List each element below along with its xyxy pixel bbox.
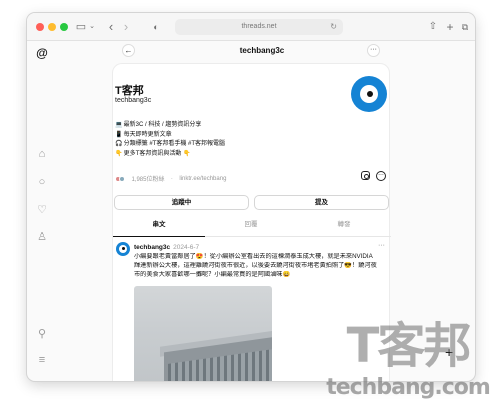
post-text-line: 小編要跟老黃當鄰居了😍！從小編辦公室看出去的這棟潤泰玉成大樓，就是未來NVIDI… [134,253,373,260]
instagram-icon[interactable] [361,171,370,180]
meta-separator: · [170,175,173,182]
profile-handle: techbang3c [115,97,152,104]
profile-meta: 1,985位粉絲 · linktr.ee/techbang [115,170,315,183]
tabs-overview-icon[interactable]: ⧉ [459,19,471,35]
post-date: 2024-6-7 [173,244,200,251]
threads-logo-icon[interactable]: @ [35,46,49,60]
new-tab-icon[interactable]: + [444,19,456,35]
share-icon[interactable]: ⇧ [427,19,439,35]
page-title: techbang3c [239,46,285,55]
post-image[interactable] [134,286,272,381]
watermark-domain: techbang.com [326,375,491,400]
minimize-window-button[interactable] [48,23,56,31]
chevron-down-icon[interactable]: ⌄ [87,19,97,35]
refresh-icon[interactable]: ↻ [330,19,337,35]
avatar[interactable] [351,76,387,112]
browser-toolbar: ▭ ⌄ ‹ › ◐ threads.net ↻ ⇧ + ⧉ [27,13,475,41]
bio-line: 📱 每天即時更新文章 [115,131,345,141]
laptop-icon: 💻 [115,122,123,128]
pointing-down-icon: 👇 [115,150,123,157]
post-more-button[interactable]: ··· [378,242,385,249]
profile-name: T客邦 [115,85,144,97]
watermark-brand: T客邦 [346,318,472,374]
following-button[interactable]: 追蹤中 [114,195,249,210]
watermark-logo: T客邦 techbang.com [318,318,498,410]
post-author-avatar[interactable] [116,242,130,256]
close-window-button[interactable] [36,23,44,31]
follower-count[interactable]: 1,985位粉絲 [131,177,164,183]
post-text: 小編要跟老黃當鄰居了😍！從小編辦公室看出去的這棟潤泰玉成大樓，就是未來NVIDI… [134,253,390,279]
phone-icon: 📱 [115,131,123,138]
zoom-window-button[interactable] [60,23,68,31]
forward-icon[interactable]: › [120,19,132,35]
follower-avatar [119,175,125,182]
tab-reposts[interactable]: 轉發 [297,215,391,237]
home-icon[interactable]: ⌂ [35,147,49,161]
profile-tabs: 串文 回覆 轉發 [113,215,391,237]
avatar-eye-icon [119,245,127,253]
menu-icon[interactable]: ≡ [35,353,49,367]
post-text-line: 市的美食大家喜歡哪一攤呢？小編最常買的是阿國滷味😄 [134,270,291,278]
more-circle-icon[interactable]: … [376,171,386,181]
heart-icon[interactable]: ♡ [35,203,49,217]
profile-bio: 💻 最新3C / 科技 / 趨勢資訊分享 📱 每天即時更新文章 🎧 分類標籤 #… [115,121,345,159]
post-author[interactable]: techbang3c [134,244,170,251]
tab-replies[interactable]: 回覆 [205,215,297,237]
more-options-button[interactable]: ··· [367,44,380,57]
shield-icon[interactable]: ◐ [151,19,161,35]
address-bar[interactable]: threads.net ↻ [175,19,343,35]
post-text-line: 輝達新辦公大樓，這裡離饒河街夜市很近，以後要去饒河街夜市堵老黃拍照了😎！饒河夜 [134,261,377,269]
back-button[interactable]: ← [122,44,135,57]
bio-line: 👇 更多T客邦資訊與活動 👇 [115,150,345,160]
tab-threads[interactable]: 串文 [113,215,205,237]
bio-line: 💻 最新3C / 科技 / 趨勢資訊分享 [115,121,345,131]
search-icon[interactable]: ○ [35,175,49,189]
post-header: techbang3c 2024-6-7 [134,244,199,251]
pin-icon[interactable]: ⚲ [35,327,49,341]
back-icon[interactable]: ‹ [105,19,117,35]
profile-icon[interactable]: ♙ [35,230,49,244]
headphones-icon: 🎧 [115,141,123,147]
mention-button[interactable]: 提及 [254,195,389,210]
avatar-eye-icon [360,85,378,103]
url-text: threads.net [241,23,277,30]
profile-link[interactable]: linktr.ee/techbang [179,176,226,182]
bio-line: 🎧 分類標籤 #T客邦看手機 #T客邦報電腦 [115,140,345,150]
